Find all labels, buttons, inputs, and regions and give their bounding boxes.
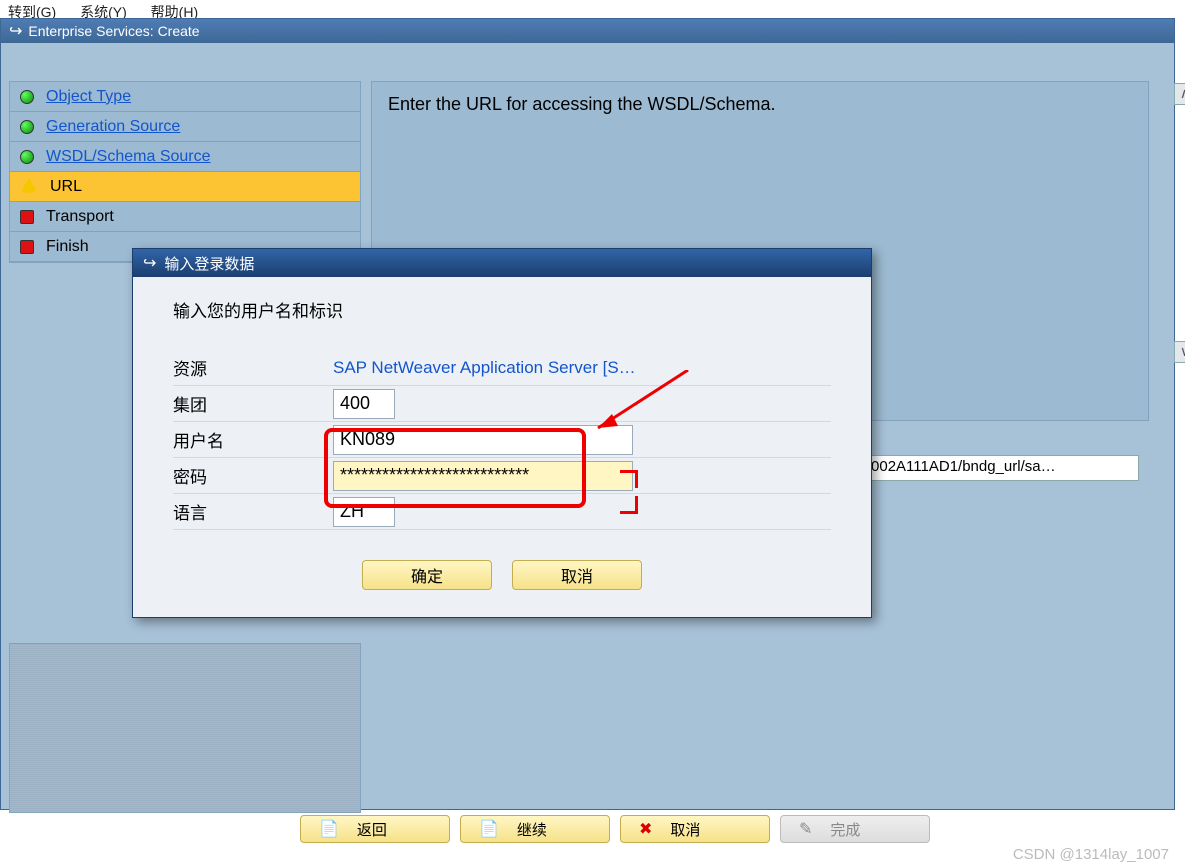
wizard-steps-panel: Object Type Generation Source WSDL/Schem… [9,81,361,263]
watermark: CSDN @1314lay_1007 [1013,846,1169,863]
status-led-red-icon [20,210,34,224]
instruction-text: Enter the URL for accessing the WSDL/Sch… [372,82,1148,127]
step-label: URL [50,178,82,196]
resource-label: 资源 [173,355,333,380]
dialog-ok-button[interactable]: 确定 [362,560,492,590]
username-input[interactable] [333,425,633,455]
row-resource: 资源 SAP NetWeaver Application Server [S… [173,350,831,386]
dialog-prompt: 输入您的用户名和标识 [173,297,831,322]
wizard-step-url[interactable]: URL [10,172,360,202]
password-input[interactable] [333,461,633,491]
status-led-green-icon [20,120,34,134]
dialog-arrow-icon: ↪ [143,253,156,273]
step-label: WSDL/Schema Source [46,148,211,166]
cancel-button[interactable]: ✖ 取消 [620,815,770,843]
scroll-up-icon[interactable]: ∧ [1174,83,1185,105]
wand-icon: ✎ [799,819,812,839]
url-input[interactable]: _10002A111AD1/bndg_url/sa… [839,455,1139,481]
wizard-step-transport[interactable]: Transport [10,202,360,232]
page-next-icon: 📄 [479,819,499,839]
row-user: 用户名 [173,422,831,458]
annotation-corner-bottom-right [620,496,638,514]
dialog-button-row: 确定 取消 [173,560,831,590]
step-label: Transport [46,208,114,226]
wizard-step-wsdl-schema-source[interactable]: WSDL/Schema Source [10,142,360,172]
wizard-step-object-type[interactable]: Object Type [10,82,360,112]
wizard-step-generation-source[interactable]: Generation Source [10,112,360,142]
continue-button[interactable]: 📄 继续 [460,815,610,843]
window-titlebar: ↪ Enterprise Services: Create [1,19,1174,43]
step-label: Object Type [46,88,131,106]
status-led-yellow-icon [20,178,38,193]
password-label: 密码 [173,463,333,488]
status-led-red-icon [20,240,34,254]
step-label: Finish [46,238,89,256]
annotation-corner-top-right [620,470,638,488]
status-led-green-icon [20,90,34,104]
page-back-icon: 📄 [319,819,339,839]
dialog-titlebar: ↪ 输入登录数据 [133,249,871,277]
wizard-panel-shade [9,643,361,813]
language-input[interactable] [333,497,395,527]
back-button[interactable]: 📄 返回 [300,815,450,843]
dialog-title-text: 输入登录数据 [164,253,254,274]
scrollbar[interactable]: ∧ ∨ [1174,83,1185,363]
resource-value[interactable]: SAP NetWeaver Application Server [S… [333,358,636,378]
login-dialog: ↪ 输入登录数据 输入您的用户名和标识 资源 SAP NetWeaver App… [132,248,872,618]
client-input[interactable] [333,389,395,419]
row-client: 集团 [173,386,831,422]
finish-button: ✎ 完成 [780,815,930,843]
continue-label: 继续 [517,819,547,840]
user-label: 用户名 [173,427,333,452]
dialog-cancel-button[interactable]: 取消 [512,560,642,590]
cancel-label: 取消 [670,819,700,840]
row-password: 密码 [173,458,831,494]
language-label: 语言 [173,499,333,524]
finish-label: 完成 [830,819,860,840]
titlebar-arrow-icon: ↪ [9,21,22,41]
client-label: 集团 [173,391,333,416]
window-title: Enterprise Services: Create [28,23,199,39]
dialog-body: 输入您的用户名和标识 资源 SAP NetWeaver Application … [133,277,871,600]
cancel-x-icon: ✖ [639,819,652,839]
row-language: 语言 [173,494,831,530]
scroll-down-icon[interactable]: ∨ [1174,341,1185,363]
wizard-button-bar: 📄 返回 📄 继续 ✖ 取消 ✎ 完成 [300,815,930,843]
back-label: 返回 [357,819,387,840]
step-label: Generation Source [46,118,180,136]
status-led-green-icon [20,150,34,164]
